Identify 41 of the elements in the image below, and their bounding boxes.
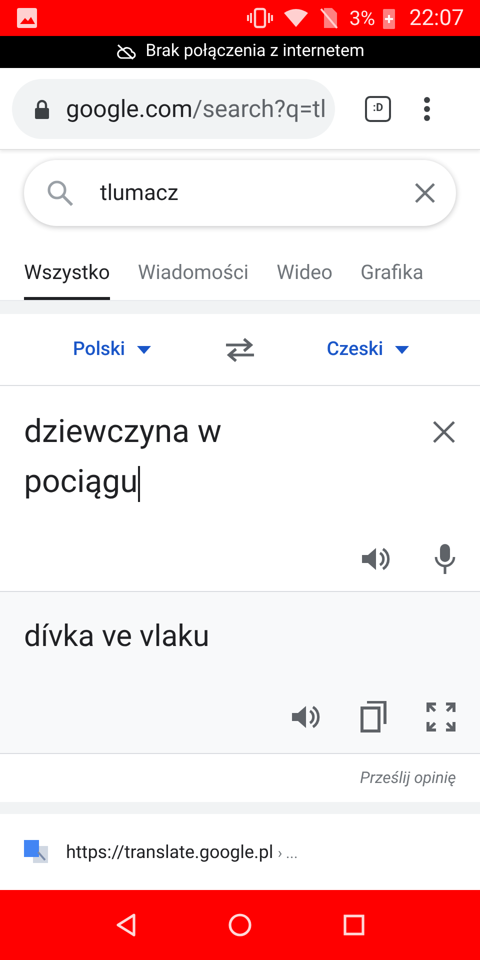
result-url-link[interactable]: https://translate.google.pl › ... (66, 838, 298, 866)
cloud-off-icon (116, 44, 136, 60)
image-icon (16, 7, 38, 29)
target-language-button[interactable]: Czeski (256, 335, 480, 364)
clock: 22:07 (409, 4, 464, 32)
clear-icon[interactable] (432, 420, 456, 444)
text-cursor (138, 466, 140, 502)
feedback-link[interactable]: Prześlij opinię (360, 766, 456, 790)
home-icon[interactable] (228, 913, 252, 937)
dropdown-icon (395, 346, 410, 354)
swap-icon[interactable] (224, 338, 256, 362)
clear-icon[interactable] (414, 182, 436, 204)
translated-text: dívka ve vlaku (24, 618, 210, 656)
offline-message: Brak połączenia z internetem (146, 40, 364, 64)
vibrate-icon (247, 7, 274, 29)
back-icon[interactable] (115, 913, 138, 937)
battery-charging-icon (383, 7, 396, 29)
translate-logo-icon (24, 840, 48, 864)
search-tab[interactable]: Wideo (276, 240, 333, 300)
search-icon (46, 179, 74, 207)
fullscreen-icon[interactable] (426, 702, 456, 732)
microphone-icon[interactable] (434, 543, 456, 575)
search-tab[interactable]: Wiadomości (138, 240, 249, 300)
source-text-field[interactable]: dziewczyna w pociągu (24, 406, 304, 506)
copy-icon[interactable] (360, 701, 388, 733)
dropdown-icon (137, 346, 152, 354)
no-sim-icon (319, 7, 340, 29)
tab-switcher-button[interactable]: :D (365, 96, 391, 122)
speaker-icon[interactable] (360, 545, 392, 573)
url-text: google.com/search?q=tl (66, 94, 326, 124)
battery-percentage: 3% (349, 5, 376, 32)
recents-icon[interactable] (342, 914, 365, 936)
search-field[interactable]: tlumacz (24, 160, 456, 226)
wifi-icon (283, 8, 310, 28)
search-query: tlumacz (100, 180, 180, 208)
lock-icon (34, 98, 50, 118)
address-field[interactable]: google.com/search?q=tl (12, 78, 335, 138)
search-tab[interactable]: Grafika (360, 240, 424, 300)
speaker-icon[interactable] (290, 703, 322, 731)
source-language-button[interactable]: Polski (0, 335, 224, 364)
more-menu-icon[interactable] (423, 96, 431, 122)
